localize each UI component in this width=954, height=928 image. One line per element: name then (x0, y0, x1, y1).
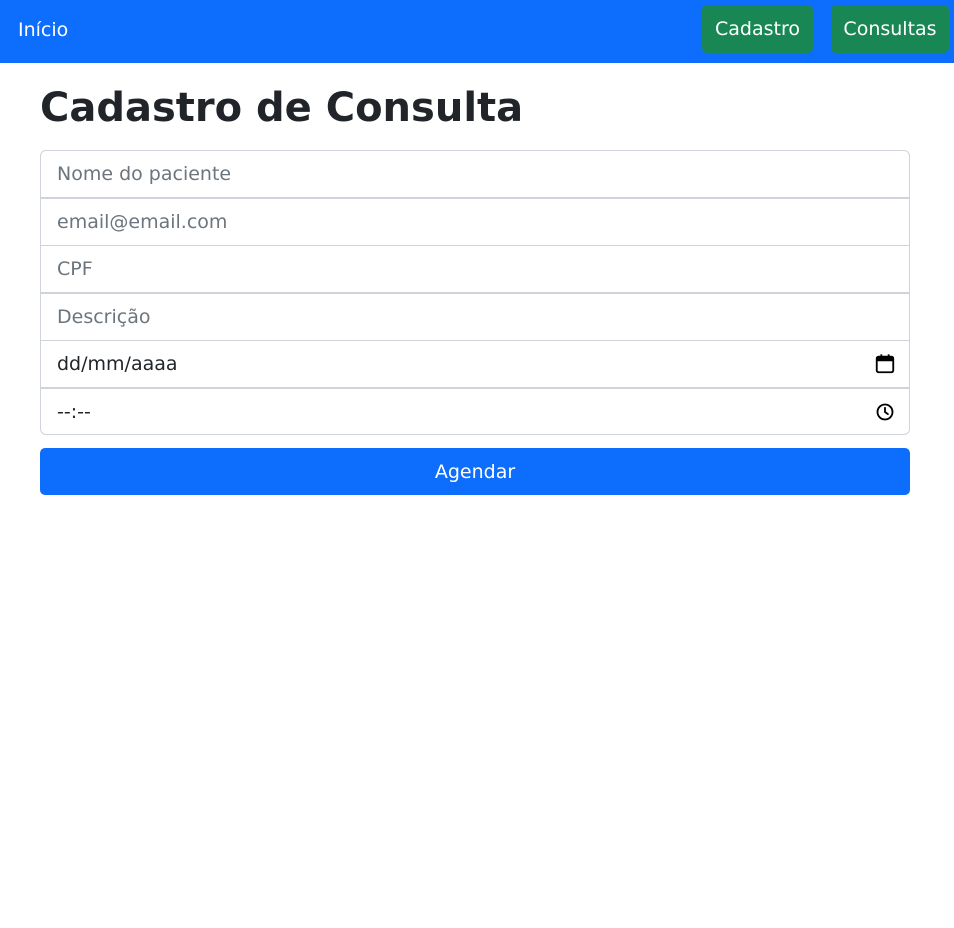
clock-icon[interactable] (873, 400, 897, 424)
nav-cadastro-button[interactable]: Cadastro (702, 5, 813, 53)
top-navbar: Início Cadastro Consultas (0, 0, 954, 63)
page-title: Cadastro de Consulta (40, 85, 524, 131)
date-mask-text: dd/mm/aaaa (57, 353, 178, 375)
cpf-input[interactable] (57, 246, 893, 292)
time-input[interactable]: --:-- (40, 388, 910, 435)
description-field (40, 293, 910, 341)
patient-name-input[interactable] (57, 151, 893, 197)
email-input[interactable] (57, 199, 893, 245)
agendar-button[interactable]: Agendar (40, 448, 910, 495)
patient-name-field (40, 150, 910, 198)
nav-home-link[interactable]: Início (18, 18, 68, 42)
calendar-icon[interactable] (873, 352, 897, 376)
cpf-field (40, 245, 910, 293)
description-input[interactable] (57, 294, 893, 340)
date-input[interactable]: dd/mm/aaaa (40, 340, 910, 388)
nav-consultas-button[interactable]: Consultas (831, 5, 949, 53)
time-mask-text: --:-- (57, 400, 91, 423)
email-field (40, 198, 910, 246)
